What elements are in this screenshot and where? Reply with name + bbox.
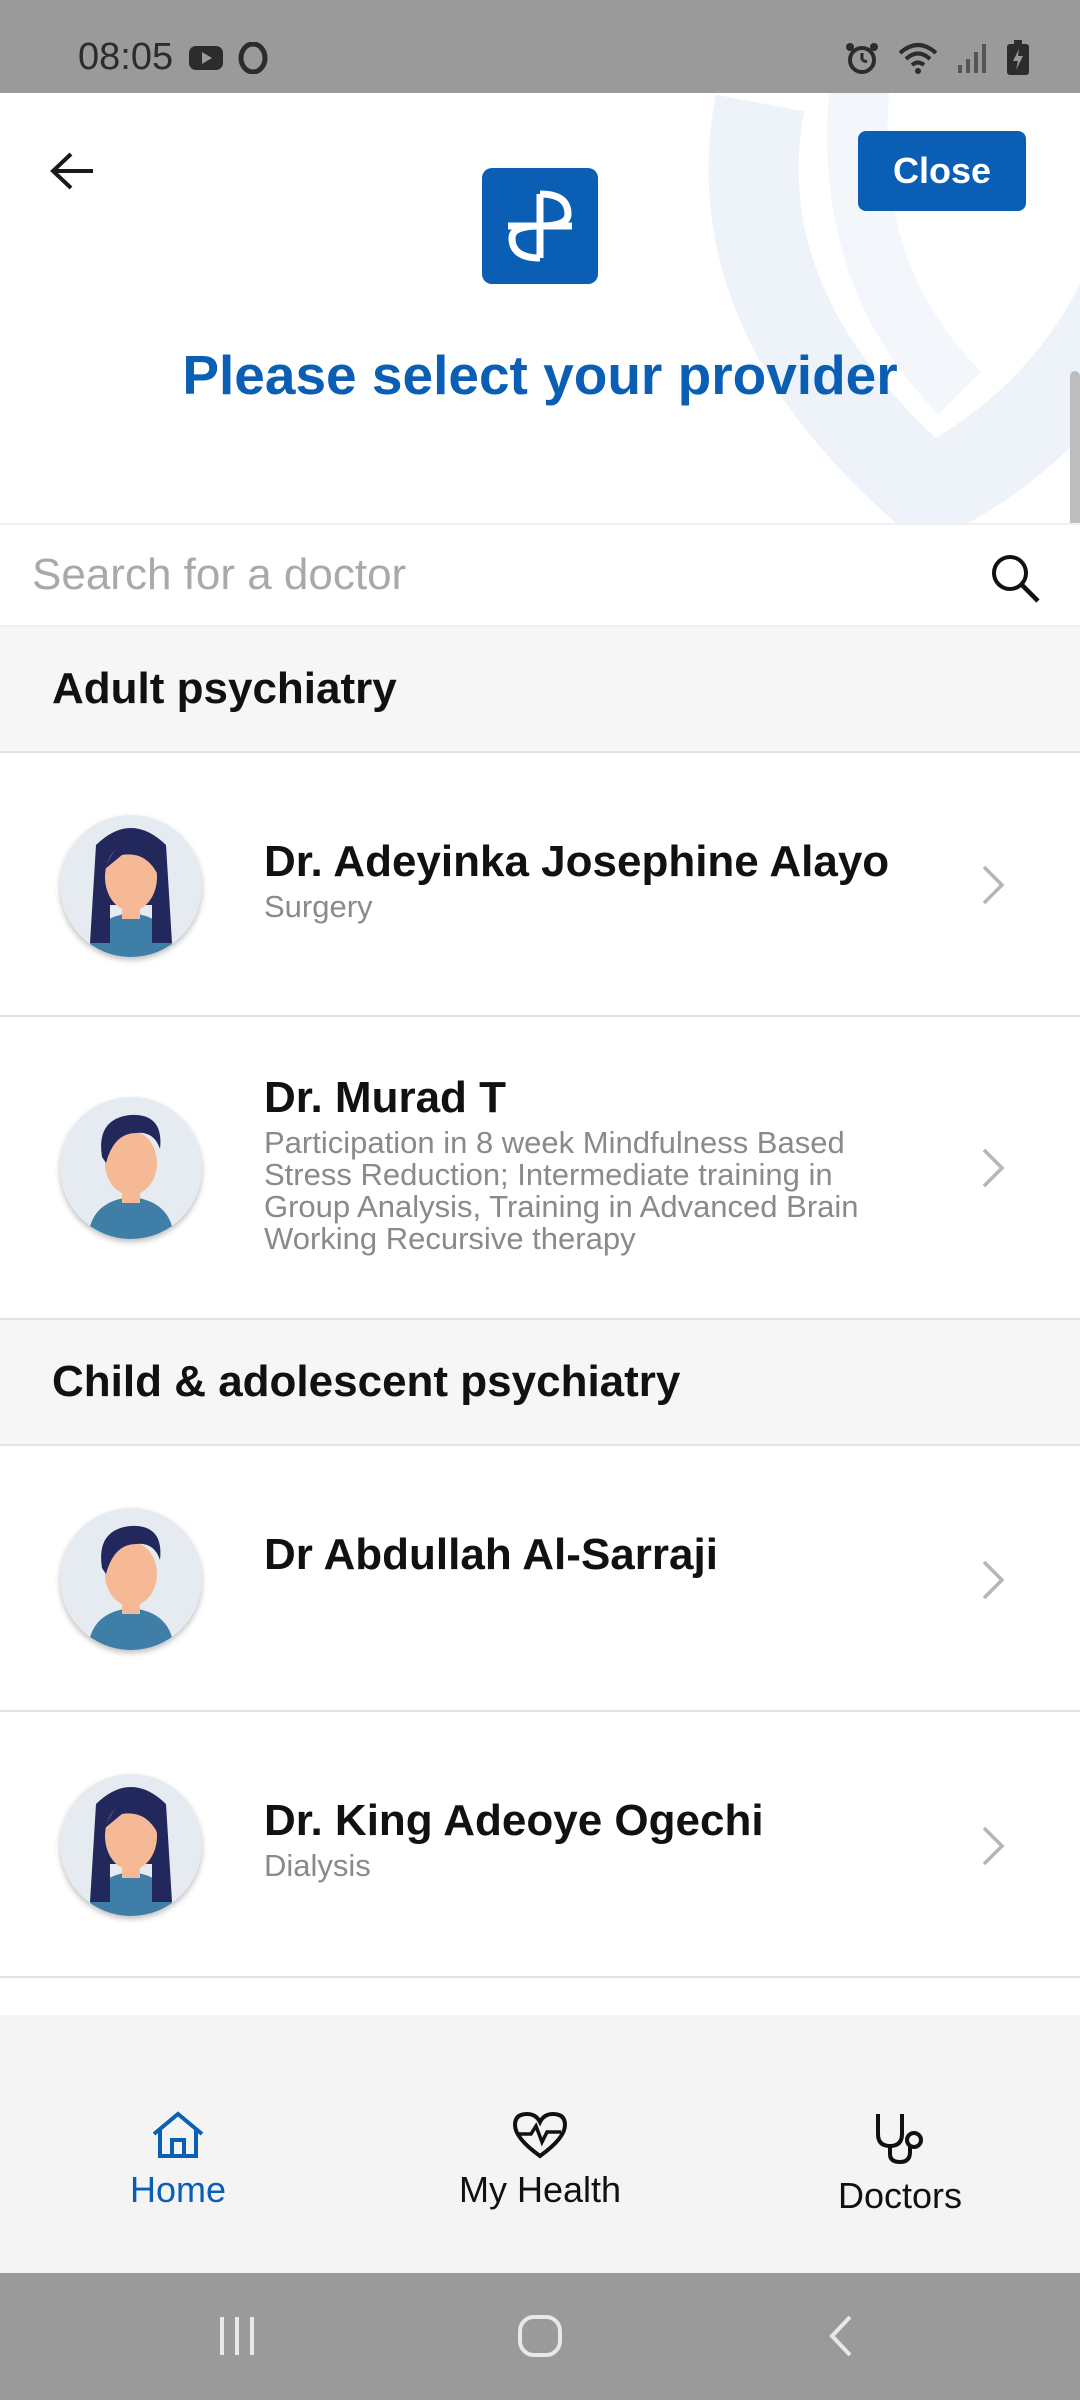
chevron-right-icon xyxy=(982,1560,1005,1600)
male-doctor-avatar-icon xyxy=(88,1114,174,1239)
back-button[interactable] xyxy=(44,143,100,199)
wifi-icon xyxy=(898,43,938,74)
nav-doctors-label: Doctors xyxy=(837,2175,963,2216)
doctor-info: Dr. Murad T Participation in 8 week Mind… xyxy=(264,1073,904,1255)
nav-home-label: Home xyxy=(129,2169,227,2210)
female-doctor-avatar-icon xyxy=(88,1787,174,1916)
nav-doctors[interactable]: Doctors xyxy=(770,2110,1030,2217)
nav-my-health[interactable]: My Health xyxy=(410,2110,670,2211)
youtube-icon xyxy=(189,46,223,70)
doctor-info: Dr. King Adeoye Ogechi Dialysis xyxy=(264,1796,904,1882)
status-left-icons xyxy=(188,42,268,74)
status-bar: 08:05 xyxy=(0,0,1080,93)
female-doctor-avatar-icon xyxy=(88,828,174,957)
list-item-doctor[interactable]: Dr. Murad T Participation in 8 week Mind… xyxy=(0,1017,1080,1320)
chevron-right-icon xyxy=(982,865,1005,905)
female-doctor-avatar xyxy=(60,1774,202,1916)
doctor-info: Dr. Adeyinka Josephine Alayo Surgery xyxy=(264,837,904,923)
list-item-doctor[interactable]: Dr. King Adeoye Ogechi Dialysis xyxy=(0,1712,1080,1978)
stethoscope-icon xyxy=(876,2114,923,2165)
male-doctor-avatar xyxy=(60,1097,202,1239)
opera-icon xyxy=(238,42,268,74)
alarm-icon xyxy=(846,43,878,74)
signal-icon xyxy=(958,44,986,73)
chevron-right-icon xyxy=(982,1826,1005,1866)
chevron-right-icon xyxy=(982,1148,1005,1188)
search-bar xyxy=(0,523,1080,627)
doctor-name: Dr Abdullah Al-Sarraji xyxy=(264,1530,718,1579)
nav-my-health-label: My Health xyxy=(458,2169,622,2210)
battery-charging-icon xyxy=(1007,40,1029,75)
nav-home[interactable]: Home xyxy=(48,2110,308,2211)
arrow-left-icon xyxy=(50,152,93,190)
recent-apps-icon[interactable] xyxy=(214,2313,260,2359)
doctor-name: Dr. King Adeoye Ogechi xyxy=(264,1796,764,1845)
male-doctor-avatar-icon xyxy=(88,1525,174,1650)
home-icon xyxy=(152,2111,204,2158)
doctor-specialty: Participation in 8 week Mindfulness Base… xyxy=(264,1125,859,1256)
section-header: Child & adolescent psychiatry xyxy=(0,1320,1080,1446)
search-input[interactable] xyxy=(32,550,932,600)
provider-list: Adult psychiatry Dr. Adeyinka Josephine … xyxy=(0,627,1080,1978)
doctor-name: Dr. Murad T xyxy=(264,1073,507,1122)
app-logo-icon xyxy=(508,190,572,262)
female-doctor-avatar xyxy=(60,815,202,957)
back-system-icon[interactable] xyxy=(822,2313,862,2359)
list-item-doctor[interactable]: Dr Abdullah Al-Sarraji xyxy=(0,1446,1080,1712)
system-nav-bar xyxy=(0,2273,1080,2400)
page-title: Please select your provider xyxy=(182,344,898,406)
app-screen: Close Please select your provider Adult … xyxy=(0,93,1080,2273)
heart-pulse-icon xyxy=(512,2111,568,2159)
doctor-name: Dr. Adeyinka Josephine Alayo xyxy=(264,837,890,886)
male-doctor-avatar xyxy=(60,1508,202,1650)
doctor-specialty: Dialysis xyxy=(264,1848,371,1883)
status-right-icons xyxy=(844,40,1030,76)
section-header: Adult psychiatry xyxy=(0,627,1080,753)
app-logo xyxy=(482,168,598,284)
doctor-specialty: Surgery xyxy=(264,889,373,924)
close-button[interactable]: Close xyxy=(858,131,1026,211)
status-time: 08:05 xyxy=(78,36,174,78)
list-item-doctor[interactable]: Dr. Adeyinka Josephine Alayo Surgery xyxy=(0,753,1080,1017)
bottom-nav: Home My Health Doctors xyxy=(0,2015,1080,2273)
search-icon[interactable] xyxy=(988,551,1042,605)
doctor-info: Dr Abdullah Al-Sarraji xyxy=(264,1530,904,1584)
home-system-icon[interactable] xyxy=(516,2313,564,2359)
